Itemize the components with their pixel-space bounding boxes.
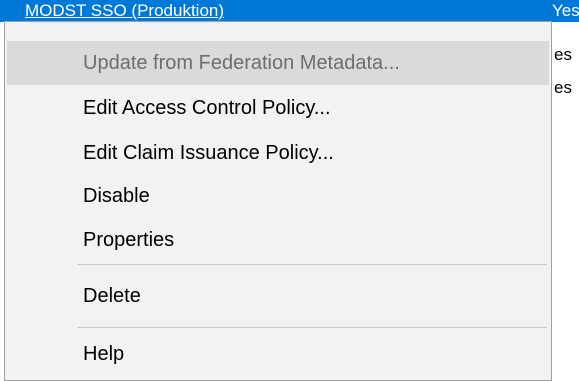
menu-item-disable[interactable]: Disable (7, 174, 549, 218)
menu-item-update-from-federation-metadata[interactable]: Update from Federation Metadata... (7, 41, 549, 85)
context-menu: Update from Federation Metadata... Edit … (4, 21, 552, 381)
list-item-name: MODST SSO (Produktion) (25, 1, 225, 20)
list-item-enabled-value: es (554, 45, 572, 64)
menu-separator (77, 264, 547, 265)
menu-item-help[interactable]: Help (7, 332, 549, 376)
list-item-enabled-value: Yes (552, 1, 579, 20)
list-item-enabled-value: es (554, 78, 572, 97)
menu-item-delete[interactable]: Delete (7, 274, 549, 318)
menu-item-edit-claim-issuance-policy[interactable]: Edit Claim Issuance Policy... (7, 131, 549, 175)
menu-item-edit-access-control-policy[interactable]: Edit Access Control Policy... (7, 86, 549, 130)
menu-separator (77, 327, 547, 328)
menu-item-properties[interactable]: Properties (7, 218, 549, 262)
list-row-selected[interactable]: MODST SSO (Produktion) Yes (0, 0, 579, 22)
